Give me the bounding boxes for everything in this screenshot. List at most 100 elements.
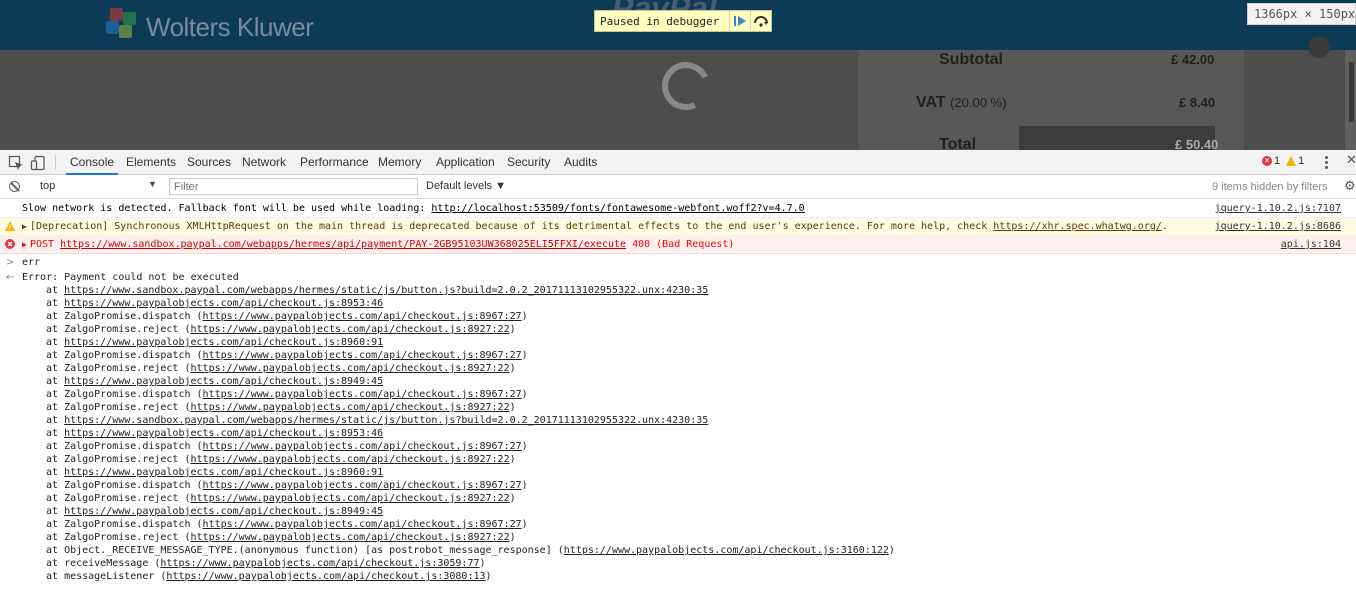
console-result: ← Error: Payment could not be executed bbox=[0, 271, 1356, 284]
frame-source-link[interactable]: https://www.paypalobjects.com/api/checko… bbox=[191, 363, 510, 374]
context-selector[interactable]: top bbox=[40, 180, 55, 192]
message-source-link[interactable]: jquery-1.10.2.js:7107 bbox=[1215, 200, 1341, 217]
frame-source-link[interactable]: https://www.paypalobjects.com/api/checko… bbox=[191, 532, 510, 543]
stack-frame: at messageListener (https://www.paypalob… bbox=[46, 571, 492, 582]
stack-frame: at ZalgoPromise.reject (https://www.payp… bbox=[46, 532, 516, 543]
frame-function: ZalgoPromise.reject bbox=[64, 532, 185, 543]
frame-source-link[interactable]: https://www.sandbox.paypal.com/webapps/h… bbox=[64, 285, 708, 296]
tab-network[interactable]: Network bbox=[238, 150, 290, 175]
frame-source-link[interactable]: https://www.paypalobjects.com/api/checko… bbox=[191, 454, 510, 465]
frame-prefix: at bbox=[46, 558, 65, 569]
frame-source-link[interactable]: https://www.paypalobjects.com/api/checko… bbox=[203, 389, 522, 400]
step-over-icon bbox=[754, 16, 768, 27]
message-text: [Deprecation] Synchronous XMLHttpRequest… bbox=[30, 221, 1168, 232]
stack-frame: at ZalgoPromise.dispatch (https://www.pa… bbox=[46, 350, 528, 361]
console-output: Slow network is detected. Fallback font … bbox=[0, 200, 1356, 589]
error-header: Error: Payment could not be executed bbox=[22, 272, 239, 283]
close-devtools-icon[interactable]: ✕ bbox=[1346, 153, 1356, 168]
frame-source-link[interactable]: https://www.paypalobjects.com/api/checko… bbox=[166, 571, 485, 582]
frame-function: ZalgoPromise.dispatch bbox=[64, 519, 197, 530]
frame-function: receiveMessage bbox=[64, 558, 155, 569]
tab-sources[interactable]: Sources bbox=[183, 150, 235, 175]
frame-source-link[interactable]: https://www.paypalobjects.com/api/checko… bbox=[564, 545, 889, 556]
frame-function: Object._RECEIVE_MESSAGE_TYPE.(anonymous … bbox=[64, 545, 558, 556]
tab-audits[interactable]: Audits bbox=[560, 150, 601, 175]
frame-prefix: at bbox=[46, 402, 65, 413]
tab-security[interactable]: Security bbox=[503, 150, 554, 175]
error-icon bbox=[5, 239, 15, 249]
frame-function: ZalgoPromise.reject bbox=[64, 324, 185, 335]
frame-source-link[interactable]: https://www.paypalobjects.com/api/checko… bbox=[64, 428, 383, 439]
paused-text: Paused in debugger bbox=[600, 14, 720, 28]
tab-application[interactable]: Application bbox=[432, 150, 499, 175]
console-input-echo: > err bbox=[0, 254, 1356, 271]
frame-prefix: at bbox=[46, 311, 65, 322]
frame-prefix: at bbox=[46, 337, 65, 348]
inspect-element-icon[interactable] bbox=[8, 155, 24, 171]
frame-source-link[interactable]: https://www.paypalobjects.com/api/checko… bbox=[203, 350, 522, 361]
frame-source-link[interactable]: https://www.paypalobjects.com/api/checko… bbox=[203, 311, 522, 322]
frame-prefix: at bbox=[46, 324, 65, 335]
console-settings-icon[interactable]: ⚙ bbox=[1344, 179, 1356, 194]
stack-frame: at ZalgoPromise.reject (https://www.payp… bbox=[46, 324, 516, 335]
frame-source-link[interactable]: https://www.paypalobjects.com/api/checko… bbox=[64, 298, 383, 309]
stack-frame: at https://www.paypalobjects.com/api/che… bbox=[0, 297, 1356, 310]
page-scrollbar-thumb[interactable] bbox=[1349, 62, 1354, 122]
frame-source-link[interactable]: https://www.paypalobjects.com/api/checko… bbox=[64, 506, 383, 517]
more-options-icon[interactable] bbox=[1325, 156, 1328, 171]
frame-source-link[interactable]: https://www.paypalobjects.com/api/checko… bbox=[191, 402, 510, 413]
frame-source-link[interactable]: https://www.paypalobjects.com/api/checko… bbox=[191, 493, 510, 504]
brand-name: Wolters Kluwer bbox=[146, 12, 314, 42]
vat-label: VAT (20.00 %) bbox=[916, 94, 1006, 112]
payment-execute-link[interactable]: https://www.sandbox.paypal.com/webapps/h… bbox=[60, 239, 626, 250]
frame-source-link[interactable]: https://www.paypalobjects.com/api/checko… bbox=[191, 324, 510, 335]
total-value: £ 50.40 bbox=[1175, 137, 1219, 150]
frame-source-link[interactable]: https://www.paypalobjects.com/api/checko… bbox=[64, 376, 383, 387]
font-url-link[interactable]: http://localhost:53509/fonts/fontawesome… bbox=[431, 203, 804, 214]
expand-triangle-icon[interactable]: ▶ bbox=[22, 236, 27, 253]
message-source-link[interactable]: jquery-1.10.2.js:8686 bbox=[1215, 218, 1341, 235]
context-dropdown-icon[interactable]: ▼ bbox=[148, 179, 157, 189]
frame-source-link[interactable]: https://www.paypalobjects.com/api/checko… bbox=[203, 480, 522, 491]
issue-counters[interactable]: × 1 1 bbox=[1262, 155, 1304, 167]
tab-performance[interactable]: Performance bbox=[296, 150, 373, 175]
resume-icon bbox=[734, 16, 746, 26]
message-source-link[interactable]: api.js:104 bbox=[1281, 236, 1341, 253]
stack-frame: at ZalgoPromise.reject (https://www.payp… bbox=[46, 454, 516, 465]
frame-source-link[interactable]: https://www.paypalobjects.com/api/checko… bbox=[160, 558, 479, 569]
log-levels-dropdown[interactable]: Default levels ▼ bbox=[426, 180, 506, 192]
resume-button[interactable] bbox=[729, 11, 750, 31]
stack-frame: at ZalgoPromise.dispatch (https://www.pa… bbox=[46, 441, 528, 452]
device-toolbar-icon[interactable] bbox=[30, 155, 46, 171]
expand-triangle-icon[interactable]: ▶ bbox=[22, 218, 27, 235]
result-arrow-icon: ← bbox=[6, 272, 15, 283]
stack-frame: at ZalgoPromise.dispatch (https://www.pa… bbox=[46, 311, 528, 322]
frame-prefix: at bbox=[46, 493, 65, 504]
xhr-spec-link[interactable]: https://xhr.spec.whatwg.org/ bbox=[993, 221, 1162, 232]
message-text: Slow network is detected. Fallback font … bbox=[22, 203, 805, 214]
frame-prefix: at bbox=[46, 428, 65, 439]
frame-source-link[interactable]: https://www.sandbox.paypal.com/webapps/h… bbox=[64, 415, 708, 426]
console-filter-input[interactable] bbox=[169, 178, 418, 195]
step-over-button[interactable] bbox=[750, 11, 771, 31]
frame-source-link[interactable]: https://www.paypalobjects.com/api/checko… bbox=[203, 441, 522, 452]
frame-source-link[interactable]: https://www.paypalobjects.com/api/checko… bbox=[64, 337, 383, 348]
error-count-icon: × bbox=[1262, 156, 1272, 166]
tab-elements[interactable]: Elements bbox=[122, 150, 180, 175]
page-settings-icon[interactable] bbox=[1308, 36, 1330, 58]
frame-function: ZalgoPromise.dispatch bbox=[64, 350, 197, 361]
frame-prefix: at bbox=[46, 350, 65, 361]
stack-frame: at https://www.paypalobjects.com/api/che… bbox=[0, 505, 1356, 518]
stack-frame: at https://www.sandbox.paypal.com/webapp… bbox=[0, 284, 1356, 297]
tab-console[interactable]: Console bbox=[66, 150, 119, 175]
frame-source-link[interactable]: https://www.paypalobjects.com/api/checko… bbox=[203, 519, 522, 530]
frame-prefix: at bbox=[46, 545, 65, 556]
stack-frame: at Object._RECEIVE_MESSAGE_TYPE.(anonymo… bbox=[46, 545, 895, 556]
frame-prefix: at bbox=[46, 480, 65, 491]
tab-memory[interactable]: Memory bbox=[374, 150, 425, 175]
frame-source-link[interactable]: https://www.paypalobjects.com/api/checko… bbox=[64, 467, 383, 478]
tabbar-divider bbox=[55, 155, 56, 170]
clear-console-icon[interactable] bbox=[9, 181, 20, 192]
viewport-dimensions: 1366px × 150px bbox=[1247, 3, 1356, 25]
frame-function: messageListener bbox=[64, 571, 161, 582]
